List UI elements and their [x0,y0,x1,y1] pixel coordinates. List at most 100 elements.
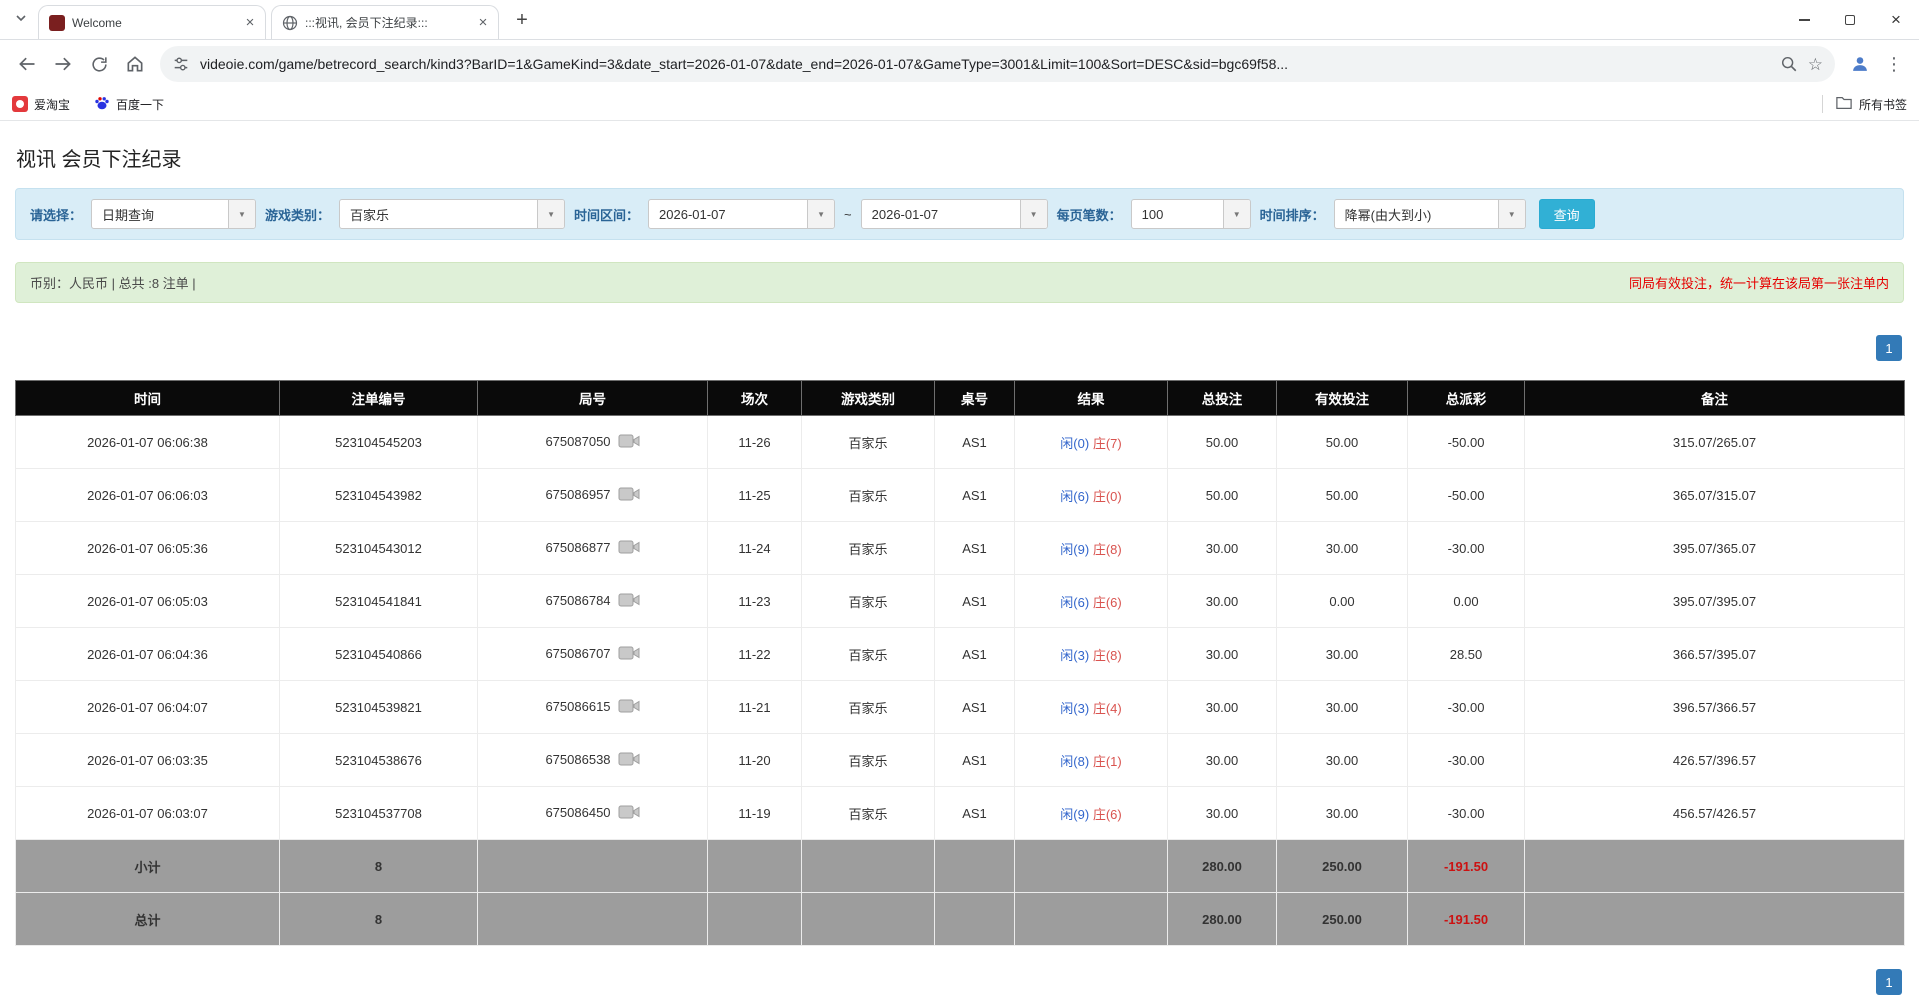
banker-result: 庄(6) [1093,807,1122,822]
video-replay-icon[interactable] [618,698,640,717]
total-bet-link[interactable]: 30.00 [1168,681,1277,734]
payout: -30.00 [1408,787,1525,840]
video-replay-icon[interactable] [618,486,640,505]
close-window-button[interactable]: × [1873,0,1919,40]
bet-id: 523104545203 [280,416,478,469]
chevron-down-icon[interactable]: ▼ [1498,200,1525,228]
session: 11-19 [708,787,802,840]
minimize-button[interactable] [1781,0,1827,40]
grand-total-valid-bet: 250.00 [1277,893,1408,946]
col-session: 场次 [708,381,802,416]
table-no: AS1 [935,787,1015,840]
result-cell: 闲(6) 庄(6) [1015,575,1168,628]
total-bet-link[interactable]: 30.00 [1168,628,1277,681]
baidu-favicon [94,95,110,114]
pagination-page-1-bottom[interactable]: 1 [1876,969,1902,995]
total-bet-link[interactable]: 30.00 [1168,522,1277,575]
currency-summary-text: 币别：人民币 | 总共 :8 注单 | [30,273,196,292]
table-no: AS1 [935,469,1015,522]
total-bet-link[interactable]: 50.00 [1168,416,1277,469]
tab-welcome[interactable]: Welcome × [38,5,266,39]
bookmark-label: 百度一下 [116,96,164,113]
browser-menu-button[interactable]: ⋮ [1879,54,1909,75]
window-controls: × [1781,0,1919,40]
maximize-button[interactable] [1827,0,1873,40]
chevron-down-icon[interactable]: ▼ [1223,200,1250,228]
result-cell: 闲(8) 庄(1) [1015,734,1168,787]
address-bar[interactable]: videoie.com/game/betrecord_search/kind3?… [160,46,1835,82]
note: 426.57/396.57 [1525,734,1905,787]
round-cell: 675086784 [478,575,708,628]
url-text[interactable]: videoie.com/game/betrecord_search/kind3?… [200,56,1770,72]
tab-betrecord[interactable]: :::视讯, 会员下注纪录::: × [271,5,499,39]
bet-time: 2026-01-07 06:04:36 [16,628,280,681]
session: 11-25 [708,469,802,522]
date-range-label: 时间区间： [574,205,639,224]
game-kind: 百家乐 [802,416,935,469]
pagination-page-1[interactable]: 1 [1876,335,1902,361]
query-button[interactable]: 查询 [1539,199,1595,229]
bet-time: 2026-01-07 06:05:36 [16,522,280,575]
grand-total-total-bet: 280.00 [1168,893,1277,946]
total-bet-link[interactable]: 30.00 [1168,787,1277,840]
bet-time: 2026-01-07 06:06:03 [16,469,280,522]
col-table-no: 桌号 [935,381,1015,416]
bookmark-baidu[interactable]: 百度一下 [94,95,164,114]
round-cell: 675086450 [478,787,708,840]
back-button[interactable] [10,47,44,81]
total-bet-link[interactable]: 50.00 [1168,469,1277,522]
new-tab-button[interactable]: + [508,6,536,34]
total-bet-link[interactable]: 30.00 [1168,734,1277,787]
video-replay-icon[interactable] [618,645,640,664]
date-end-input[interactable]: 2026-01-07 ▼ [861,199,1048,229]
browser-toolbar: videoie.com/game/betrecord_search/kind3?… [0,40,1919,88]
result-cell: 闲(0) 庄(7) [1015,416,1168,469]
chevron-down-icon[interactable]: ▼ [228,200,255,228]
video-replay-icon[interactable] [618,804,640,823]
game-kind-select[interactable]: 百家乐 ▼ [339,199,565,229]
game-kind: 百家乐 [802,734,935,787]
table-row: 2026-01-07 06:03:07 523104537708 6750864… [16,787,1905,840]
date-start-input[interactable]: 2026-01-07 ▼ [648,199,835,229]
taobao-favicon [12,96,28,112]
session: 11-21 [708,681,802,734]
subtotal-valid-bet: 250.00 [1277,840,1408,893]
back-icon [17,54,37,74]
bookmark-star-icon[interactable]: ☆ [1808,56,1823,73]
home-button[interactable] [118,47,152,81]
query-type-select[interactable]: 日期查询 ▼ [91,199,256,229]
site-settings-icon[interactable] [172,55,190,73]
forward-button[interactable] [46,47,80,81]
tab-close-icon[interactable]: × [241,14,259,32]
total-bet-link[interactable]: 30.00 [1168,575,1277,628]
bet-time: 2026-01-07 06:05:03 [16,575,280,628]
banker-result: 庄(4) [1093,701,1122,716]
all-bookmarks-button[interactable]: 所有书签 [1835,95,1907,114]
filter-bar: 请选择： 日期查询 ▼ 游戏类别： 百家乐 ▼ 时间区间： 2026-01-07… [15,188,1904,240]
chevron-down-icon[interactable]: ▼ [537,200,564,228]
chevron-down-icon[interactable]: ▼ [1020,200,1047,228]
chevron-down-icon[interactable]: ▼ [807,200,834,228]
video-replay-icon[interactable] [618,539,640,558]
video-replay-icon[interactable] [618,592,640,611]
tab-search-button[interactable] [8,7,34,33]
zoom-icon[interactable] [1780,55,1798,73]
per-page-select[interactable]: 100 ▼ [1131,199,1251,229]
video-replay-icon[interactable] [618,751,640,770]
bookmark-taobao[interactable]: 爱淘宝 [12,96,70,113]
video-replay-icon[interactable] [618,433,640,452]
banker-result: 庄(7) [1093,436,1122,451]
profile-button[interactable] [1843,47,1877,81]
reload-icon [90,55,109,74]
valid-bet-note: 同局有效投注，统一计算在该局第一张注单内 [1629,273,1889,292]
round-number: 675086957 [545,486,610,501]
bet-records-table: 时间 注单编号 局号 场次 游戏类别 桌号 结果 总投注 有效投注 总派彩 备注… [15,380,1905,946]
table-row: 2026-01-07 06:05:36 523104543012 6750868… [16,522,1905,575]
reload-button[interactable] [82,47,116,81]
session: 11-24 [708,522,802,575]
tab-close-icon[interactable]: × [474,14,492,32]
subtotal-count: 8 [280,840,478,893]
bet-id: 523104540866 [280,628,478,681]
sort-select[interactable]: 降幂(由大到小) ▼ [1334,199,1526,229]
session: 11-23 [708,575,802,628]
